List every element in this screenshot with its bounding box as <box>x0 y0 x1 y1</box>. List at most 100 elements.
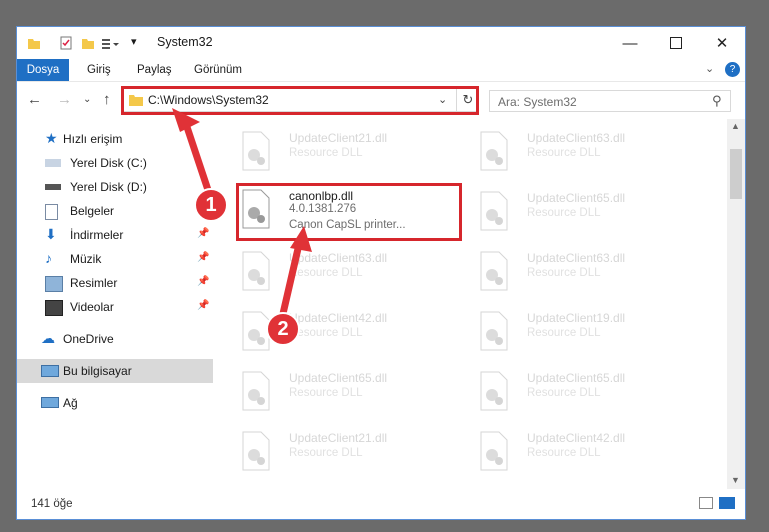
back-button[interactable]: ← <box>27 91 42 108</box>
sidebar-item-quick-access[interactable]: ★ Hızlı erişim <box>17 127 213 151</box>
sidebar-item-label: Resimler <box>70 276 118 290</box>
tab-paylas[interactable]: Paylaş <box>137 59 172 81</box>
pin-icon: 📌 <box>197 228 210 239</box>
expand-ribbon-icon[interactable]: ⌄ <box>705 62 714 75</box>
refresh-icon[interactable]: ↻ <box>456 89 479 111</box>
file-highlight-box <box>236 183 462 241</box>
dll-file-icon <box>480 431 508 471</box>
sidebar-item-label: Yerel Disk (C:) <box>70 156 147 170</box>
search-placeholder: Ara: System32 <box>498 95 577 109</box>
file-tile[interactable]: UpdateClient21.dll Resource DLL <box>217 123 447 177</box>
large-icons-view-icon[interactable] <box>719 497 735 509</box>
sidebar-item-label: Hızlı erişim <box>63 132 123 146</box>
file-name: UpdateClient21.dll <box>289 431 388 445</box>
step-badge-2: 2 <box>266 312 300 346</box>
file-description: Resource DLL <box>289 447 363 459</box>
forward-button[interactable]: → <box>57 91 72 108</box>
maximize-icon <box>670 37 682 49</box>
file-description: Resource DLL <box>527 327 601 339</box>
file-description: Resource DLL <box>527 147 601 159</box>
tab-gorunum[interactable]: Görünüm <box>194 59 242 81</box>
file-tile[interactable]: UpdateClient42.dll Resource DLL <box>217 303 447 357</box>
sidebar-item-disk-c[interactable]: Yerel Disk (C:) <box>17 151 213 175</box>
file-tile[interactable]: UpdateClient19.dll Resource DLL <box>455 303 685 357</box>
up-button[interactable]: ↑ <box>103 91 111 108</box>
file-tile[interactable]: UpdateClient65.dll Resource DLL <box>217 363 447 417</box>
ribbon: Dosya Giriş Paylaş Görünüm ⌄ ? <box>17 59 745 81</box>
file-tile[interactable]: UpdateClient63.dll Resource DLL <box>217 243 447 297</box>
sidebar-item-onedrive[interactable]: ☁ OneDrive <box>17 327 213 351</box>
help-icon[interactable]: ? <box>725 62 740 77</box>
sidebar-item-documents[interactable]: Belgeler <box>17 199 213 223</box>
file-tile[interactable]: UpdateClient65.dll Resource DLL <box>455 183 685 237</box>
dll-file-icon <box>242 371 270 411</box>
minimize-button[interactable]: — <box>607 27 653 59</box>
drive-icon <box>45 184 61 190</box>
details-view-icon[interactable] <box>699 497 713 509</box>
title-bar: ▾ System32 — ✕ <box>17 27 745 59</box>
sidebar-item-downloads[interactable]: ⬇ İndirmeler 📌 <box>17 223 213 247</box>
new-folder-icon[interactable] <box>81 35 95 51</box>
quick-access-dropdown-icon[interactable]: ▾ <box>131 35 137 51</box>
sidebar-item-pictures[interactable]: Resimler 📌 <box>17 271 213 295</box>
tab-dosya[interactable]: Dosya <box>17 59 69 81</box>
sidebar-item-label: Bu bilgisayar <box>63 364 132 378</box>
sidebar-item-label: Müzik <box>70 252 102 266</box>
sidebar-item-this-pc[interactable]: Bu bilgisayar <box>17 359 213 383</box>
sidebar-item-network[interactable]: Ağ <box>17 391 213 415</box>
sidebar-item-music[interactable]: ♪ Müzik 📌 <box>17 247 213 271</box>
address-dropdown-icon[interactable]: ⌄ <box>438 93 447 106</box>
file-description: Resource DLL <box>289 327 363 339</box>
download-icon: ⬇ <box>45 226 57 242</box>
address-bar[interactable]: C:\Windows\System32 ⌄ ↻ <box>123 88 479 112</box>
file-name: UpdateClient63.dll <box>289 251 388 265</box>
pictures-icon <box>45 276 63 292</box>
star-icon: ★ <box>45 130 58 146</box>
file-tile[interactable]: UpdateClient21.dll Resource DLL <box>217 423 447 477</box>
file-name: UpdateClient65.dll <box>527 191 626 205</box>
properties-icon[interactable] <box>59 35 73 51</box>
cloud-icon: ☁ <box>41 330 55 346</box>
recent-locations-icon[interactable]: ⌄ <box>83 94 91 105</box>
file-name: UpdateClient65.dll <box>289 371 388 385</box>
file-description: Resource DLL <box>289 387 363 399</box>
maximize-button[interactable] <box>653 27 699 59</box>
documents-icon <box>45 204 58 220</box>
search-icon: ⚲ <box>712 93 722 108</box>
sidebar-item-label: İndirmeler <box>70 228 124 242</box>
sidebar-item-label: Videolar <box>70 300 114 314</box>
sidebar-item-label: Belgeler <box>70 204 115 218</box>
dll-file-icon <box>480 131 508 171</box>
file-tile[interactable]: UpdateClient42.dll Resource DLL <box>455 423 685 477</box>
tab-giris[interactable]: Giriş <box>87 59 111 81</box>
file-description: Resource DLL <box>527 267 601 279</box>
file-name: UpdateClient42.dll <box>289 311 388 325</box>
sidebar-item-disk-d[interactable]: Yerel Disk (D:) <box>17 175 213 199</box>
folder-icon <box>28 39 40 49</box>
pin-icon: 📌 <box>197 276 210 287</box>
sidebar-item-label: Ağ <box>63 396 78 410</box>
customize-quick-access-icon[interactable] <box>101 35 123 51</box>
file-name: UpdateClient63.dll <box>527 251 626 265</box>
file-description: Resource DLL <box>527 387 601 399</box>
file-name: UpdateClient42.dll <box>527 431 626 445</box>
dll-file-icon <box>480 371 508 411</box>
file-tile[interactable]: UpdateClient63.dll Resource DLL <box>455 123 685 177</box>
scrollbar-thumb[interactable] <box>730 149 742 199</box>
file-tile[interactable]: UpdateClient63.dll Resource DLL <box>455 243 685 297</box>
scroll-down-icon[interactable]: ▼ <box>731 475 740 485</box>
vertical-scrollbar[interactable]: ▲ ▼ <box>727 119 745 489</box>
file-tile[interactable]: UpdateClient65.dll Resource DLL <box>455 363 685 417</box>
scroll-up-icon[interactable]: ▲ <box>731 121 740 131</box>
close-button[interactable]: ✕ <box>699 27 745 59</box>
sidebar-item-videos[interactable]: Videolar 📌 <box>17 295 213 319</box>
computer-icon <box>41 365 59 377</box>
pin-icon: 📌 <box>197 252 210 263</box>
search-box[interactable]: Ara: System32 ⚲ <box>489 90 731 112</box>
close-icon: ✕ <box>715 35 729 52</box>
file-description: Resource DLL <box>289 267 363 279</box>
dll-file-icon <box>242 131 270 171</box>
file-name: UpdateClient65.dll <box>527 371 626 385</box>
window-title: System32 <box>157 35 213 49</box>
drive-icon <box>45 159 61 167</box>
